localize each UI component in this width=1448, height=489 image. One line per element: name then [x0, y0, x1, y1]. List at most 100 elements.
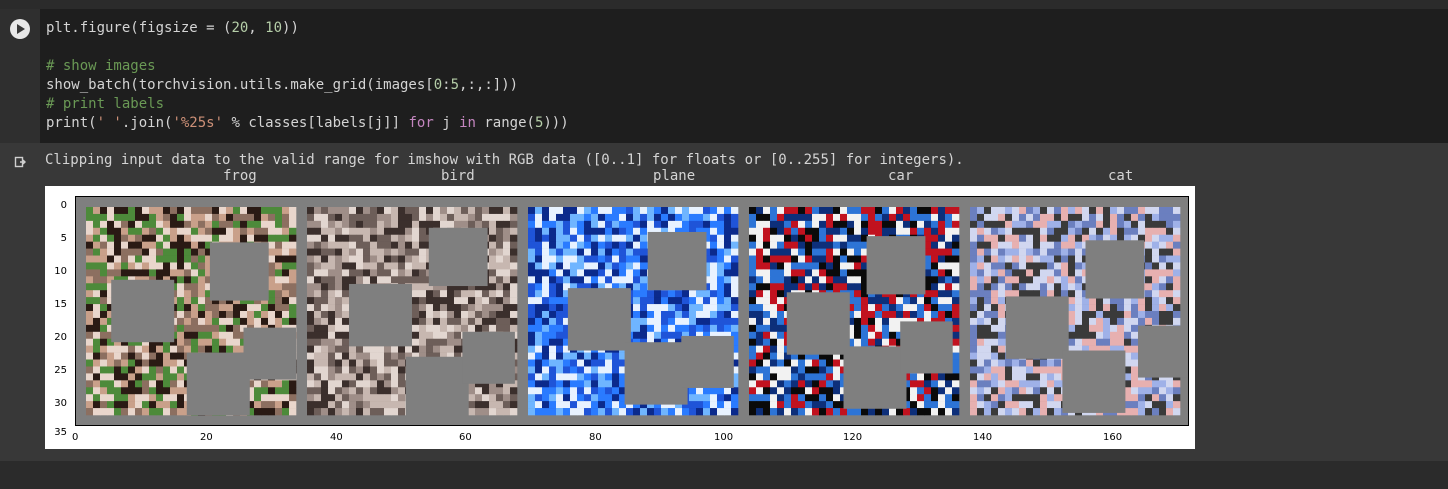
image-pixel: [598, 227, 606, 236]
image-pixel: [496, 283, 504, 291]
output-warning: Clipping input data to the valid range f…: [45, 152, 964, 168]
image-pixel: [121, 241, 129, 249]
code-text[interactable]: plt.figure(figsize = (20, 10)) # show im…: [46, 19, 569, 133]
image-pixel: [819, 213, 827, 222]
image-pixel: [805, 234, 813, 242]
image-pixel: [626, 269, 634, 277]
image-pixel: [268, 290, 276, 298]
image-pixel: [135, 262, 143, 270]
image-pixel: [1145, 380, 1153, 388]
image-pixel: [1152, 401, 1160, 409]
image-pixel: [100, 220, 108, 229]
notebook-cell[interactable]: plt.figure(figsize = (20, 10)) # show im…: [0, 9, 1448, 461]
image-pixel: [675, 304, 683, 312]
image-pixel: [1054, 248, 1062, 256]
image-pixel: [335, 248, 343, 256]
image-pixel: [314, 359, 322, 367]
image-pixel: [447, 207, 455, 215]
image-pixel: [1040, 241, 1048, 249]
image-pixel: [489, 248, 497, 256]
image-pixel: [1103, 213, 1111, 222]
image-pixel: [1152, 290, 1160, 298]
image-pixel: [763, 387, 771, 395]
image-pixel: [289, 283, 297, 291]
image-pixel: [419, 338, 427, 346]
image-pixel: [847, 408, 855, 416]
run-cell-button[interactable]: [10, 19, 30, 39]
image-pixel: [205, 311, 213, 319]
image-pixel: [503, 220, 511, 229]
image-pixel: [763, 234, 771, 242]
top-strip: [0, 0, 1448, 9]
image-pixel: [991, 220, 999, 229]
image-pixel: [384, 276, 392, 284]
image-pixel: [335, 408, 343, 416]
image-pixel: [840, 276, 848, 284]
image-pixel: [1075, 227, 1083, 236]
image-pixel: [1131, 408, 1139, 416]
image-pixel: [1152, 380, 1160, 388]
image-pixel: [938, 248, 946, 256]
image-pixel: [100, 359, 108, 367]
image-pixel: [114, 234, 122, 242]
image-pixel: [970, 394, 978, 402]
image-pixel: [440, 317, 448, 326]
image-pixel: [289, 317, 297, 326]
code-editor[interactable]: plt.figure(figsize = (20, 10)) # show im…: [40, 9, 1448, 143]
image-pixel: [93, 366, 101, 374]
image-pixel: [1159, 276, 1167, 284]
image-pixel: [370, 241, 378, 249]
image-pixel: [998, 324, 1006, 333]
image-pixel: [107, 366, 115, 374]
image-pixel: [86, 408, 94, 416]
image-pixel: [917, 207, 925, 215]
image-pixel: [177, 220, 185, 229]
image-pixel: [205, 207, 213, 215]
image-pixel: [1096, 213, 1104, 222]
image-pixel: [770, 401, 778, 409]
image-pixel: [349, 401, 357, 409]
image-pixel: [1075, 207, 1083, 215]
image-pixel: [812, 394, 820, 402]
image-pixel: [984, 331, 992, 340]
image-pixel: [398, 394, 406, 402]
image-pixel: [363, 366, 371, 374]
image-pixel: [142, 262, 150, 270]
image-pixel: [128, 387, 136, 395]
image-pixel: [93, 248, 101, 256]
image-pixel: [556, 317, 564, 326]
image-pixel: [763, 213, 771, 222]
image-pixel: [952, 269, 960, 277]
image-pixel: [875, 220, 883, 229]
image-pixel: [798, 373, 806, 381]
image-pixel: [889, 324, 897, 333]
image-pixel: [468, 401, 476, 409]
image-pixel: [335, 220, 343, 229]
image-pixel: [1145, 290, 1153, 298]
image-pixel: [177, 311, 185, 319]
image-pixel: [556, 297, 564, 305]
image-pixel: [412, 269, 420, 277]
image-pixel: [612, 241, 620, 249]
image-pixel: [1054, 366, 1062, 374]
image-pixel: [1054, 408, 1062, 416]
image-pixel: [756, 234, 764, 242]
image-pixel: [984, 366, 992, 374]
image-pixel: [275, 213, 283, 222]
image-pixel: [349, 207, 357, 215]
image-pixel: [177, 304, 185, 312]
image-pixel: [703, 213, 711, 222]
image-pixel: [1166, 248, 1174, 256]
image-pixel: [731, 227, 739, 236]
image-pixel: [763, 227, 771, 236]
image-pixel: [819, 255, 827, 263]
image-pixel: [1173, 255, 1181, 263]
image-pixel: [314, 234, 322, 242]
image-pixel: [156, 366, 164, 374]
image-pixel: [433, 338, 441, 346]
image-pixel: [998, 220, 1006, 229]
image-pixel: [633, 297, 641, 305]
image-pixel: [977, 338, 985, 346]
image-pixel: [598, 352, 606, 360]
image-pixel: [1166, 213, 1174, 222]
